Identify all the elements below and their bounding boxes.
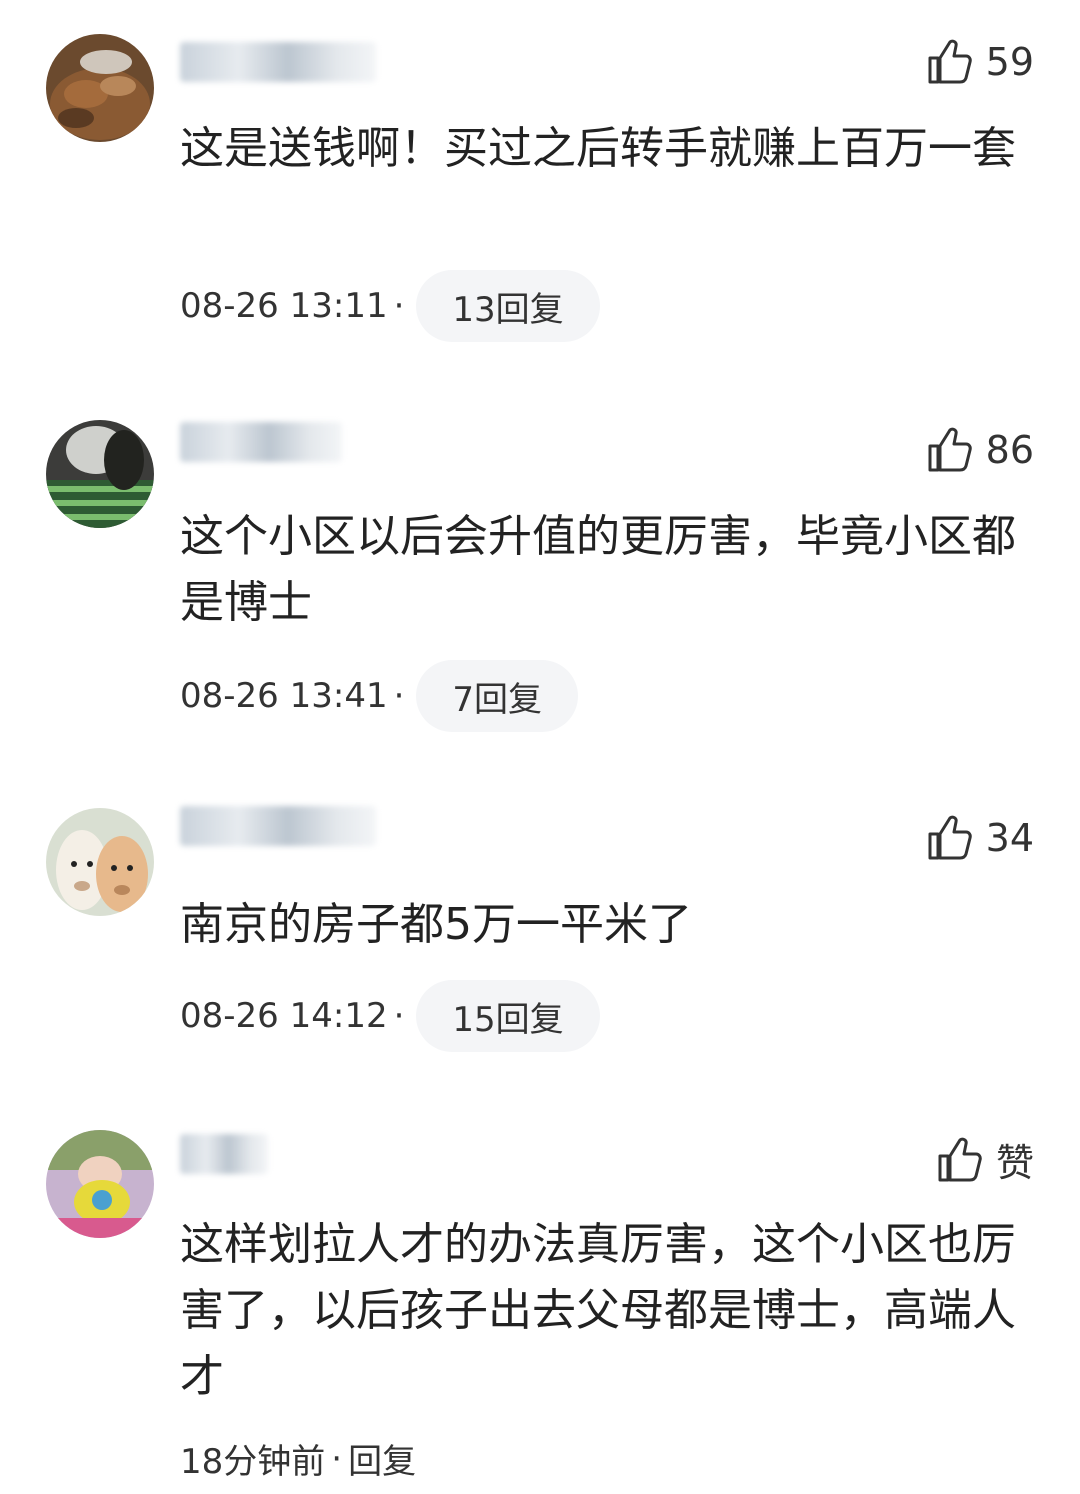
like-count: 86 — [985, 428, 1034, 472]
separator: · — [331, 1438, 343, 1479]
like-label: 赞 — [995, 1141, 1034, 1185]
avatar[interactable] — [46, 808, 154, 916]
comment-text: 这个小区以后会升值的更厉害，毕竟小区都是博士 — [180, 511, 1016, 628]
like-button[interactable]: 赞 — [934, 1132, 1034, 1187]
avatar[interactable] — [46, 420, 154, 528]
comment-meta: 08-26 13:41 · 7回复 — [180, 660, 579, 732]
reply-button[interactable]: 13回复 — [416, 270, 600, 342]
like-button[interactable]: 34 — [924, 812, 1034, 864]
separator: · — [393, 286, 405, 326]
username-blurred[interactable] — [180, 422, 342, 462]
comment-meta: 08-26 13:11 · 13回复 — [180, 270, 600, 342]
like-count: 34 — [985, 816, 1034, 860]
like-count: 59 — [985, 40, 1034, 84]
comment-text: 这样划拉人才的办法真厉害，这个小区也厉害了，以后孩子出去父母都是博士，高端人才 — [180, 1219, 1016, 1402]
username-blurred[interactable] — [180, 42, 376, 82]
avatar[interactable] — [46, 34, 154, 142]
timestamp: 08-26 13:41 — [180, 676, 388, 716]
comment-meta: 08-26 14:12 · 15回复 — [180, 980, 600, 1052]
separator: · — [393, 676, 405, 716]
timestamp: 08-26 14:12 — [180, 996, 388, 1036]
like-button[interactable]: 86 — [924, 424, 1034, 476]
comment-meta: 18分钟前 · 回复 — [180, 1434, 416, 1483]
reply-button[interactable]: 15回复 — [416, 980, 600, 1052]
timestamp: 08-26 13:11 — [180, 286, 388, 326]
username-blurred[interactable] — [180, 1134, 268, 1174]
comment-text: 南京的房子都5万一平米了 — [180, 899, 692, 950]
thumbs-up-icon — [928, 427, 972, 472]
thumbs-up-icon — [928, 815, 972, 860]
like-button[interactable]: 59 — [924, 36, 1034, 88]
reply-button[interactable]: 回复 — [348, 1434, 416, 1483]
separator: · — [393, 996, 405, 1036]
thumbs-up-icon — [938, 1137, 982, 1181]
username-blurred[interactable] — [180, 806, 376, 846]
reply-button[interactable]: 7回复 — [416, 660, 579, 732]
thumbs-up-icon — [928, 39, 972, 84]
avatar[interactable] — [46, 1130, 154, 1238]
timestamp: 18分钟前 — [180, 1442, 326, 1482]
comment-text: 这是送钱啊！买过之后转手就赚上百万一套 — [180, 123, 1016, 174]
